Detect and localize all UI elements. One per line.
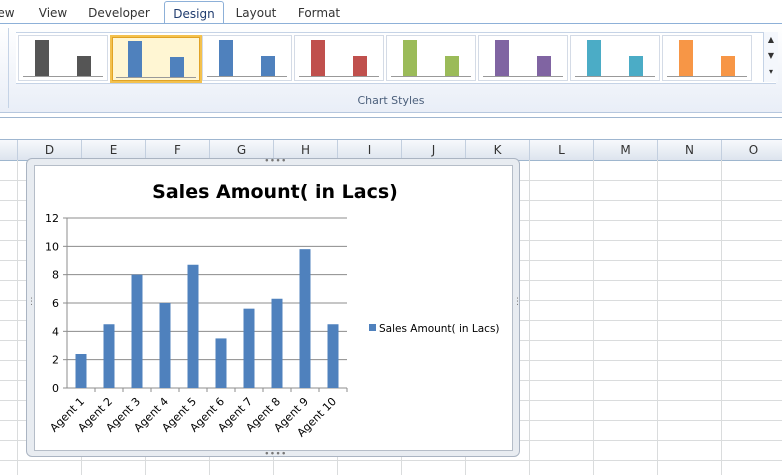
thumb-bar xyxy=(629,56,643,76)
thumb-bar xyxy=(261,56,275,76)
tab-review[interactable]: ew xyxy=(0,0,18,24)
bar xyxy=(299,249,311,388)
tab-design[interactable]: Design xyxy=(164,1,224,25)
y-tick-label: 10 xyxy=(45,240,59,253)
formula-bar-line xyxy=(0,117,782,118)
thumb-bar xyxy=(721,56,735,76)
scroll-down-button[interactable]: ▼ xyxy=(764,48,778,64)
resize-handle-top[interactable]: ∙∙∙∙ xyxy=(264,157,287,166)
bar xyxy=(159,303,171,388)
thumb-axis xyxy=(391,76,471,77)
chart-area[interactable]: Sales Amount( in Lacs) 0 2 4 6 8 10 12 Agent 1 Ag… xyxy=(34,165,513,451)
column-header-m[interactable]: M xyxy=(594,140,658,160)
grid-column-line xyxy=(593,160,594,475)
thumb-bar xyxy=(679,40,693,76)
y-tick-label: 12 xyxy=(45,212,59,225)
column-header-j[interactable]: J xyxy=(402,140,466,160)
chart-style-5[interactable] xyxy=(386,35,476,81)
bar xyxy=(75,354,87,388)
column-header-f[interactable]: F xyxy=(146,140,210,160)
column-header-k[interactable]: K xyxy=(466,140,530,160)
y-tick-label: 0 xyxy=(52,382,59,395)
thumb-axis xyxy=(575,76,655,77)
chart-style-1[interactable] xyxy=(18,35,108,81)
column-header-d[interactable]: D xyxy=(18,140,82,160)
y-tick-label: 6 xyxy=(52,297,59,310)
thumb-bar xyxy=(587,40,601,76)
grid-column-line xyxy=(17,160,18,475)
y-tick-label: 8 xyxy=(52,269,59,282)
tab-format[interactable]: Format xyxy=(290,0,348,24)
thumb-axis xyxy=(116,77,196,78)
y-tick-label: 4 xyxy=(52,325,59,338)
bar xyxy=(103,324,115,388)
tab-view[interactable]: View xyxy=(32,0,74,24)
legend-swatch xyxy=(369,324,376,331)
thumb-bar xyxy=(495,40,509,76)
chart-title: Sales Amount( in Lacs) xyxy=(152,181,398,203)
thumb-bar xyxy=(353,56,367,76)
bar xyxy=(271,298,283,388)
grid-column-line xyxy=(657,160,658,475)
grid-row-line xyxy=(0,460,782,461)
select-all-corner[interactable] xyxy=(0,140,18,160)
chart-styles-group-label: Chart Styles xyxy=(357,94,425,107)
bar xyxy=(131,274,143,388)
tab-developer[interactable]: Developer xyxy=(84,0,154,24)
column-header-l[interactable]: L xyxy=(530,140,594,160)
resize-handle-right[interactable]: ⋮ xyxy=(513,298,522,307)
thumb-axis xyxy=(299,76,379,77)
grid-column-line xyxy=(529,160,530,475)
chart-style-6[interactable] xyxy=(478,35,568,81)
legend-label: Sales Amount( in Lacs) xyxy=(379,323,500,335)
gallery-scroll: ▲ ▼ ▾ xyxy=(763,32,778,82)
thumb-axis xyxy=(207,76,287,77)
thumb-axis xyxy=(667,76,747,77)
formula-bar-area xyxy=(0,113,782,140)
chart-style-7[interactable] xyxy=(570,35,660,81)
thumb-bar xyxy=(537,56,551,76)
chart-styles-gallery xyxy=(16,32,776,84)
thumb-bar xyxy=(311,40,325,76)
resize-handle-bottom[interactable]: ∙∙∙∙ xyxy=(264,450,287,459)
thumb-bar xyxy=(219,40,233,76)
bar xyxy=(327,324,339,388)
thumb-bar xyxy=(170,57,184,77)
grid-column-line xyxy=(721,160,722,475)
thumb-axis xyxy=(23,76,103,77)
column-header-o[interactable]: O xyxy=(722,140,782,160)
column-header-n[interactable]: N xyxy=(658,140,722,160)
column-header-i[interactable]: I xyxy=(338,140,402,160)
column-header-e[interactable]: E xyxy=(82,140,146,160)
chart-style-8[interactable] xyxy=(662,35,752,81)
ribbon-body: ▲ ▼ ▾ Chart Styles xyxy=(0,24,782,113)
chart-style-3[interactable] xyxy=(202,35,292,81)
thumb-axis xyxy=(483,76,563,77)
chart-style-2[interactable] xyxy=(110,35,202,83)
thumb-bar xyxy=(445,56,459,76)
thumb-bar xyxy=(35,40,49,76)
bar xyxy=(187,264,199,388)
y-tick-label: 2 xyxy=(52,354,59,367)
chart-style-4[interactable] xyxy=(294,35,384,81)
ribbon-tab-bar: ew View Developer Design Layout Format xyxy=(0,0,782,25)
bar xyxy=(243,308,255,388)
scroll-up-button[interactable]: ▲ xyxy=(764,32,778,48)
chart-canvas: Sales Amount( in Lacs)024681012Agent 1Ag… xyxy=(45,181,500,440)
thumb-bar xyxy=(403,40,417,76)
tab-layout[interactable]: Layout xyxy=(228,0,284,24)
bar xyxy=(215,338,227,388)
more-styles-button[interactable]: ▾ xyxy=(764,64,778,80)
thumb-bar xyxy=(128,41,142,77)
chart-object[interactable]: ∙∙∙∙ ∙∙∙∙ ⋮ ⋮ Sales Amount( in Lacs) 0 2 4 6… xyxy=(26,157,522,459)
thumb-bar xyxy=(77,56,91,76)
